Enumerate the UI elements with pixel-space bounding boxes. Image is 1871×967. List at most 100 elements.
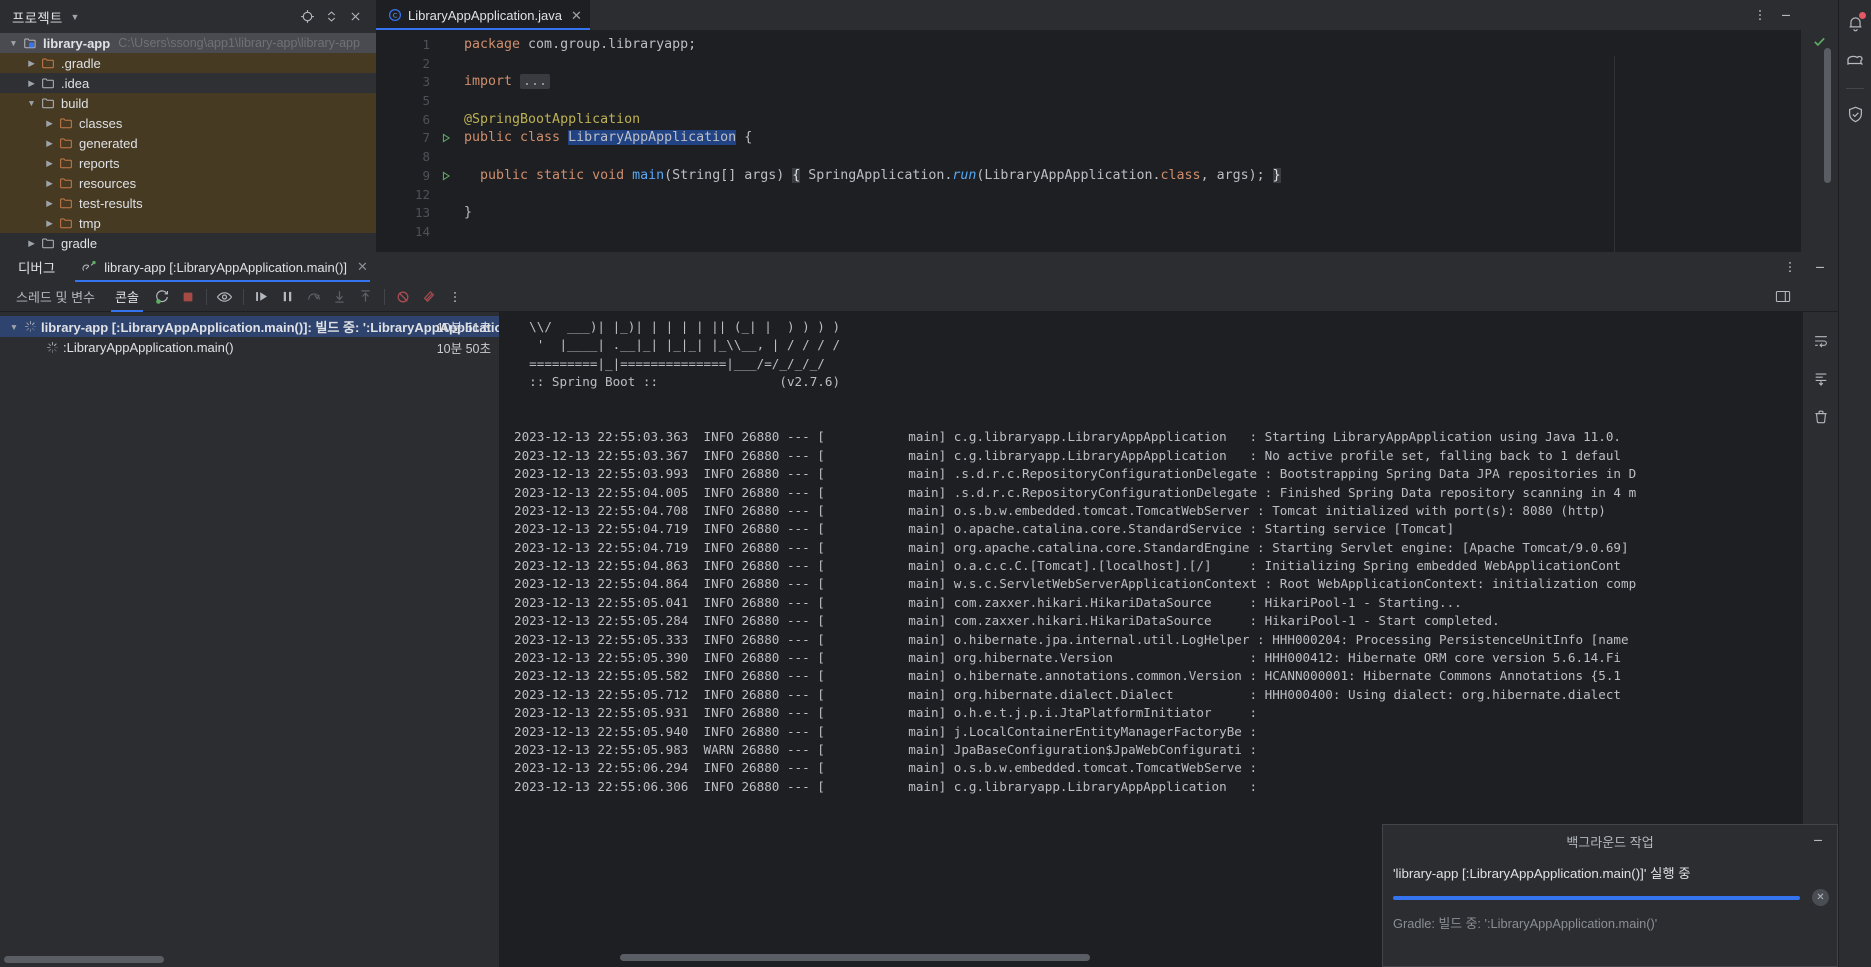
chevron-down-icon[interactable]: ▼ <box>6 322 22 332</box>
chevron-right-icon[interactable]: ▶ <box>24 58 39 69</box>
folder-orange-icon <box>57 136 75 150</box>
chevron-right-icon[interactable]: ▶ <box>42 118 57 129</box>
code-token: package <box>464 37 529 52</box>
chevron-right-icon[interactable]: ▶ <box>24 78 39 89</box>
project-tree-node[interactable]: ▶ test-results <box>0 193 376 213</box>
editor-vertical-scrollbar[interactable] <box>1824 48 1831 183</box>
editor-code[interactable]: package com.group.libraryapp; ▶import ..… <box>434 30 1801 252</box>
spinner-icon <box>44 341 60 354</box>
more-vertical-icon[interactable] <box>442 284 468 310</box>
chevron-right-icon[interactable]: ▶ <box>42 198 57 209</box>
more-vertical-icon[interactable] <box>1749 4 1771 26</box>
chevron-down-icon[interactable]: ▼ <box>70 12 79 22</box>
chevron-right-icon[interactable]: ▶ <box>24 238 39 249</box>
console-horizontal-scrollbar[interactable] <box>620 954 1090 961</box>
project-tree-node[interactable]: ▶ classes <box>0 113 376 133</box>
code-viewport[interactable]: 1 2 3 5 6 7 8 9 12 13 14 package com.group.library… <box>376 30 1801 252</box>
view-breakpoints-icon[interactable] <box>212 284 238 310</box>
chevron-down-icon[interactable]: ▼ <box>24 98 39 108</box>
background-subtask-text: Gradle: 빌드 중: ':LibraryAppApplication.ma… <box>1393 916 1658 931</box>
minimize-icon[interactable] <box>1808 255 1832 279</box>
editor-tab-libraryappapplication[interactable]: C LibraryAppApplication.java ✕ <box>376 0 590 30</box>
more-vertical-icon[interactable] <box>1778 255 1802 279</box>
code-line[interactable] <box>464 148 1801 167</box>
chevron-down-icon[interactable]: ▼ <box>6 38 21 48</box>
chevron-right-icon[interactable]: ▶ <box>42 178 57 189</box>
project-tree-node[interactable]: ▶ .gradle <box>0 53 376 73</box>
clear-all-icon[interactable] <box>1808 404 1834 430</box>
disable-breakpoints-icon[interactable] <box>416 284 442 310</box>
database-icon[interactable] <box>1842 48 1868 74</box>
pause-program-icon[interactable] <box>275 284 301 310</box>
code-token: LibraryAppApplication <box>568 130 737 146</box>
code-line[interactable] <box>464 223 1801 242</box>
debug-frame-row[interactable]: ▼ library-app [:LibraryAppApplication.mai… <box>0 316 499 337</box>
layout-settings-icon[interactable] <box>1770 284 1796 310</box>
frames-horizontal-scrollbar[interactable] <box>4 956 164 963</box>
code-line[interactable] <box>464 55 1801 74</box>
code-line[interactable]: } <box>464 204 1801 223</box>
stop-icon[interactable] <box>175 284 201 310</box>
code-token: { <box>736 130 753 146</box>
editor-gutter[interactable]: 1 2 3 5 6 7 8 9 12 13 14 <box>376 30 451 252</box>
run-gutter-icon[interactable] <box>439 132 452 145</box>
console-banner-line: ' |____| .__|_| |_|_| |_\\__, | / / / / <box>514 337 841 353</box>
code-line[interactable] <box>464 92 1801 111</box>
console-log-line: 2023-12-13 22:55:03.367 INFO 26880 --- [… <box>514 447 1621 463</box>
code-token: , args); <box>1200 167 1273 183</box>
minimize-icon[interactable] <box>1775 4 1797 26</box>
tab-threads-and-variables[interactable]: 스레드 및 변수 <box>6 283 105 311</box>
code-line[interactable]: public class LibraryAppApplication { <box>464 129 1801 148</box>
code-line[interactable]: ▶ public static void main(String[] args)… <box>464 167 1801 186</box>
console-log-line: 2023-12-13 22:55:04.719 INFO 26880 --- [… <box>514 539 1629 555</box>
background-progress-row: ✕ <box>1383 882 1837 906</box>
project-tree-node[interactable]: ▼ library-app C:\Users\ssong\app1\library-… <box>0 33 376 53</box>
toolbar-divider <box>383 288 385 305</box>
chevron-right-icon[interactable]: ▶ <box>42 138 57 149</box>
step-into-icon <box>327 284 353 310</box>
mute-breakpoints-icon[interactable] <box>390 284 416 310</box>
security-shield-icon[interactable] <box>1842 101 1868 127</box>
project-tree-node[interactable]: ▶ .idea <box>0 73 376 93</box>
code-token: run <box>952 167 977 183</box>
debug-frames-tree[interactable]: ▼ library-app [:LibraryAppApplication.mai… <box>0 312 500 967</box>
console-log-line: 2023-12-13 22:55:04.863 INFO 26880 --- [… <box>514 558 1621 574</box>
debug-frame-label: library-app [:LibraryAppApplication.main… <box>41 320 499 335</box>
minimize-icon[interactable] <box>1811 833 1825 850</box>
code-line[interactable]: package com.group.libraryapp; <box>464 36 1801 55</box>
rerun-icon[interactable] <box>149 284 175 310</box>
chevron-right-icon[interactable]: ▶ <box>42 158 57 169</box>
debug-window-title: 디버그 <box>18 261 56 276</box>
locate-icon[interactable] <box>296 6 318 28</box>
project-tree-node[interactable]: ▶ resources <box>0 173 376 193</box>
project-tree-node[interactable]: ▼ build <box>0 93 376 113</box>
project-tree-node[interactable]: ▶ gradle <box>0 233 376 253</box>
debug-frame-row[interactable]: :LibraryAppApplication.main() 10분 50초 <box>0 337 499 358</box>
close-icon[interactable]: ✕ <box>357 259 368 275</box>
soft-wrap-icon[interactable] <box>1808 328 1834 354</box>
debug-frame-duration: 10분 51초 <box>436 321 491 335</box>
run-gutter-icon[interactable] <box>439 170 452 183</box>
close-icon[interactable]: ✕ <box>571 9 582 22</box>
project-tree-node[interactable]: ▶ reports <box>0 153 376 173</box>
notifications-bell-icon[interactable] <box>1842 10 1868 36</box>
close-icon[interactable] <box>344 6 366 28</box>
debug-session-tab[interactable]: library-app [:LibraryAppApplication.main… <box>71 252 374 282</box>
cancel-icon[interactable]: ✕ <box>1812 889 1829 906</box>
line-number: 3 <box>422 74 430 90</box>
project-tree-node[interactable]: ▶ tmp <box>0 213 376 233</box>
code-line[interactable]: ▶import ... <box>464 73 1801 92</box>
console-log-line: 2023-12-13 22:55:04.719 INFO 26880 --- [… <box>514 521 1455 537</box>
tab-console[interactable]: 콘솔 <box>105 283 149 312</box>
code-line[interactable] <box>464 186 1801 205</box>
project-tree-node-label: library-app <box>43 35 111 51</box>
editor-tabbar: C LibraryAppApplication.java ✕ <box>376 0 1801 30</box>
project-tree-node-label: .idea <box>61 75 90 91</box>
chevron-right-icon[interactable]: ▶ <box>42 218 57 229</box>
scroll-to-end-icon[interactable] <box>1808 366 1834 392</box>
code-line[interactable]: @SpringBootApplication <box>464 111 1801 130</box>
resume-program-icon[interactable] <box>249 284 275 310</box>
project-tree-node[interactable]: ▶ generated <box>0 133 376 153</box>
expand-collapse-icon[interactable] <box>320 6 342 28</box>
